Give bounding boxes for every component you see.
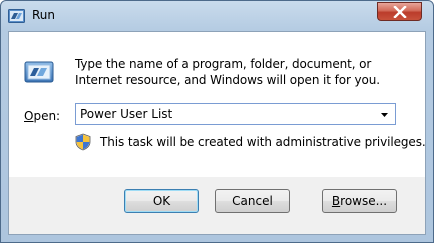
run-dialog-window: Run Type the name of a program, folder, … [0,0,434,243]
chevron-down-icon[interactable] [377,105,392,123]
browse-label: rowse... [340,194,388,208]
dialog-content: Type the name of a program, folder, docu… [9,32,426,177]
dialog-description: Type the name of a program, folder, docu… [75,57,380,87]
dialog-client-area: Type the name of a program, folder, docu… [8,31,426,235]
open-label-text: pen: [33,109,61,123]
browse-accelerator: B [331,194,341,208]
open-input[interactable]: Power User List [80,107,172,121]
admin-privileges-note: This task will be created with administr… [100,135,426,149]
ok-button[interactable]: OK [124,189,199,213]
uac-shield-icon [75,133,91,151]
run-icon [8,9,25,23]
title-bar[interactable]: Run [1,1,433,31]
cancel-button[interactable]: Cancel [215,189,290,213]
run-icon [24,61,54,83]
open-combobox[interactable]: Power User List [75,103,396,125]
close-icon [393,6,407,18]
browse-button[interactable]: Browse... [322,189,397,213]
close-button[interactable] [377,2,422,21]
window-title: Run [32,8,56,22]
open-label: Open: [24,109,60,123]
